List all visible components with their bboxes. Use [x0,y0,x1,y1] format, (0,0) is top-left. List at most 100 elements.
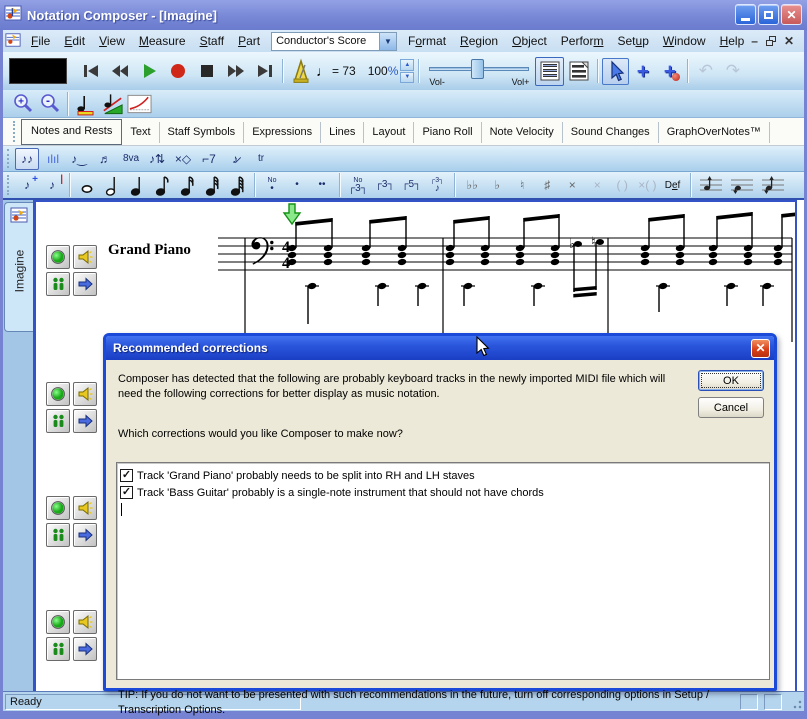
stop-button[interactable] [193,58,220,85]
graph-tool-button[interactable] [126,90,153,117]
checkbox-icon[interactable]: ✓ [120,469,133,482]
chevron-down-icon[interactable]: ▼ [379,33,396,50]
ok-button[interactable]: OK [698,370,764,391]
zoom-out-button[interactable]: - [36,90,63,117]
menu-staff[interactable]: Staff [193,32,231,50]
whole-note-button[interactable] [75,174,99,196]
add-note-tool-button[interactable]: + [629,58,656,85]
track-advance-button[interactable] [73,409,97,433]
natural-button[interactable]: ♮ [510,174,534,196]
track-advance-button[interactable] [73,523,97,547]
metronome-button[interactable] [287,58,314,85]
track-listen-button[interactable] [73,245,97,269]
flat-button[interactable]: ♭ [485,174,509,196]
menu-help[interactable]: Help [713,32,752,50]
remove-parentheses-button[interactable]: ×( ) [635,174,659,196]
redo-button[interactable]: ↷ [719,58,746,85]
select-tool-button[interactable] [602,58,629,85]
dialog-title-bar[interactable]: Recommended corrections ✕ [106,336,774,360]
double-dot-button[interactable]: •• [310,174,334,196]
octava-button[interactable]: 8va [119,148,143,170]
dot-button[interactable]: • [285,174,309,196]
parentheses-button[interactable]: ( ) [610,174,634,196]
tuplet-note-button[interactable]: ┌3┐♪ [425,174,449,196]
track-staff-button[interactable] [46,523,70,547]
volume-slider[interactable]: Vol- Vol+ [427,55,531,87]
grace-note-button[interactable]: ♪̷ [223,148,247,170]
note-velocity-tool-button[interactable] [99,90,126,117]
note-to-upper-staff-button[interactable] [696,174,726,196]
track-listen-button[interactable] [73,610,97,634]
menu-file[interactable]: File [24,32,57,50]
tab-lines[interactable]: Lines [321,122,364,143]
track-advance-button[interactable] [73,637,97,661]
track-record-indicator[interactable] [46,245,70,269]
cancel-button[interactable]: Cancel [698,397,764,418]
trill-button[interactable]: tr [249,148,273,170]
close-button[interactable]: ✕ [781,4,802,25]
part-selector[interactable]: Conductor's Score ▼ [271,32,397,51]
track-staff-button[interactable] [46,272,70,296]
tab-text[interactable]: Text [122,122,159,143]
menu-window[interactable]: Window [656,32,713,50]
undo-button[interactable]: ↶ [692,58,719,85]
menu-edit[interactable]: Edit [57,32,92,50]
tab-graphovernotes-[interactable]: GraphOverNotes™ [659,122,770,143]
mdi-minimize-button[interactable]: – [751,34,758,48]
note-duration-tool-button[interactable] [72,90,99,117]
mdi-restore-button[interactable] [766,36,776,46]
quintuplet-button[interactable]: ┌5┐ [398,174,424,196]
note-to-lower-staff-button[interactable] [727,174,757,196]
double-flat-button[interactable]: ♭♭ [460,174,484,196]
insert-rest-button[interactable]: ♪| [40,174,64,196]
note-pair-button[interactable]: ♪♪ [15,148,39,170]
track-record-indicator[interactable] [46,496,70,520]
menu-object[interactable]: Object [505,32,554,50]
default-accidental-button[interactable]: Def [661,174,685,196]
window-view-button[interactable] [564,57,593,86]
zoom-in-button[interactable]: + [9,90,36,117]
menu-region[interactable]: Region [453,32,505,50]
sixteenth-note-button[interactable] [175,174,199,196]
menu-part[interactable]: Part [231,32,267,50]
record-button[interactable] [164,58,191,85]
track-advance-button[interactable] [73,272,97,296]
checkbox-icon[interactable]: ✓ [120,486,133,499]
track-record-indicator[interactable] [46,610,70,634]
minimize-button[interactable] [735,4,756,25]
insert-note-button[interactable]: ♪+ [15,174,39,196]
fast-forward-button[interactable] [222,58,249,85]
tab-layout[interactable]: Layout [364,122,414,143]
track-listen-button[interactable] [73,382,97,406]
beamed-notes-button[interactable]: ♬ [93,148,117,170]
play-button[interactable] [135,58,162,85]
zoom-spinner[interactable]: ▲▼ [400,59,414,83]
tab-expressions[interactable]: Expressions [244,122,321,143]
tie-button[interactable]: ♪‿ [67,148,91,170]
transpose-note-button[interactable]: ♪⇅ [145,148,169,170]
document-tab-imagine[interactable]: Imagine [4,202,33,332]
correction-item[interactable]: ✓Track 'Bass Guitar' probably is a singl… [120,484,766,501]
tab-staff-symbols[interactable]: Staff Symbols [160,122,245,143]
no-tuplet-button[interactable]: No┌3┐ [345,174,371,196]
note-between-staves-button[interactable] [758,174,788,196]
dialog-close-button[interactable]: ✕ [751,339,770,358]
mdi-close-button[interactable]: ✕ [784,34,794,48]
rewind-button[interactable] [106,58,133,85]
tab-note-velocity[interactable]: Note Velocity [482,122,563,143]
page-view-button[interactable] [535,57,564,86]
remove-accidental-button[interactable]: × [585,174,609,196]
add-record-tool-button[interactable]: + [656,58,683,85]
menu-measure[interactable]: Measure [132,32,193,50]
double-sharp-button[interactable]: × [560,174,584,196]
quarter-note-button[interactable] [125,174,149,196]
track-record-indicator[interactable] [46,382,70,406]
tab-notes-and-rests[interactable]: Notes and Rests [21,119,122,145]
thirty-second-note-button[interactable] [200,174,224,196]
go-to-start-button[interactable] [77,58,104,85]
resize-grip[interactable] [790,697,802,709]
half-note-button[interactable] [100,174,124,196]
menu-view[interactable]: View [92,32,132,50]
maximize-button[interactable] [758,4,779,25]
sharp-button[interactable]: ♯ [535,174,559,196]
